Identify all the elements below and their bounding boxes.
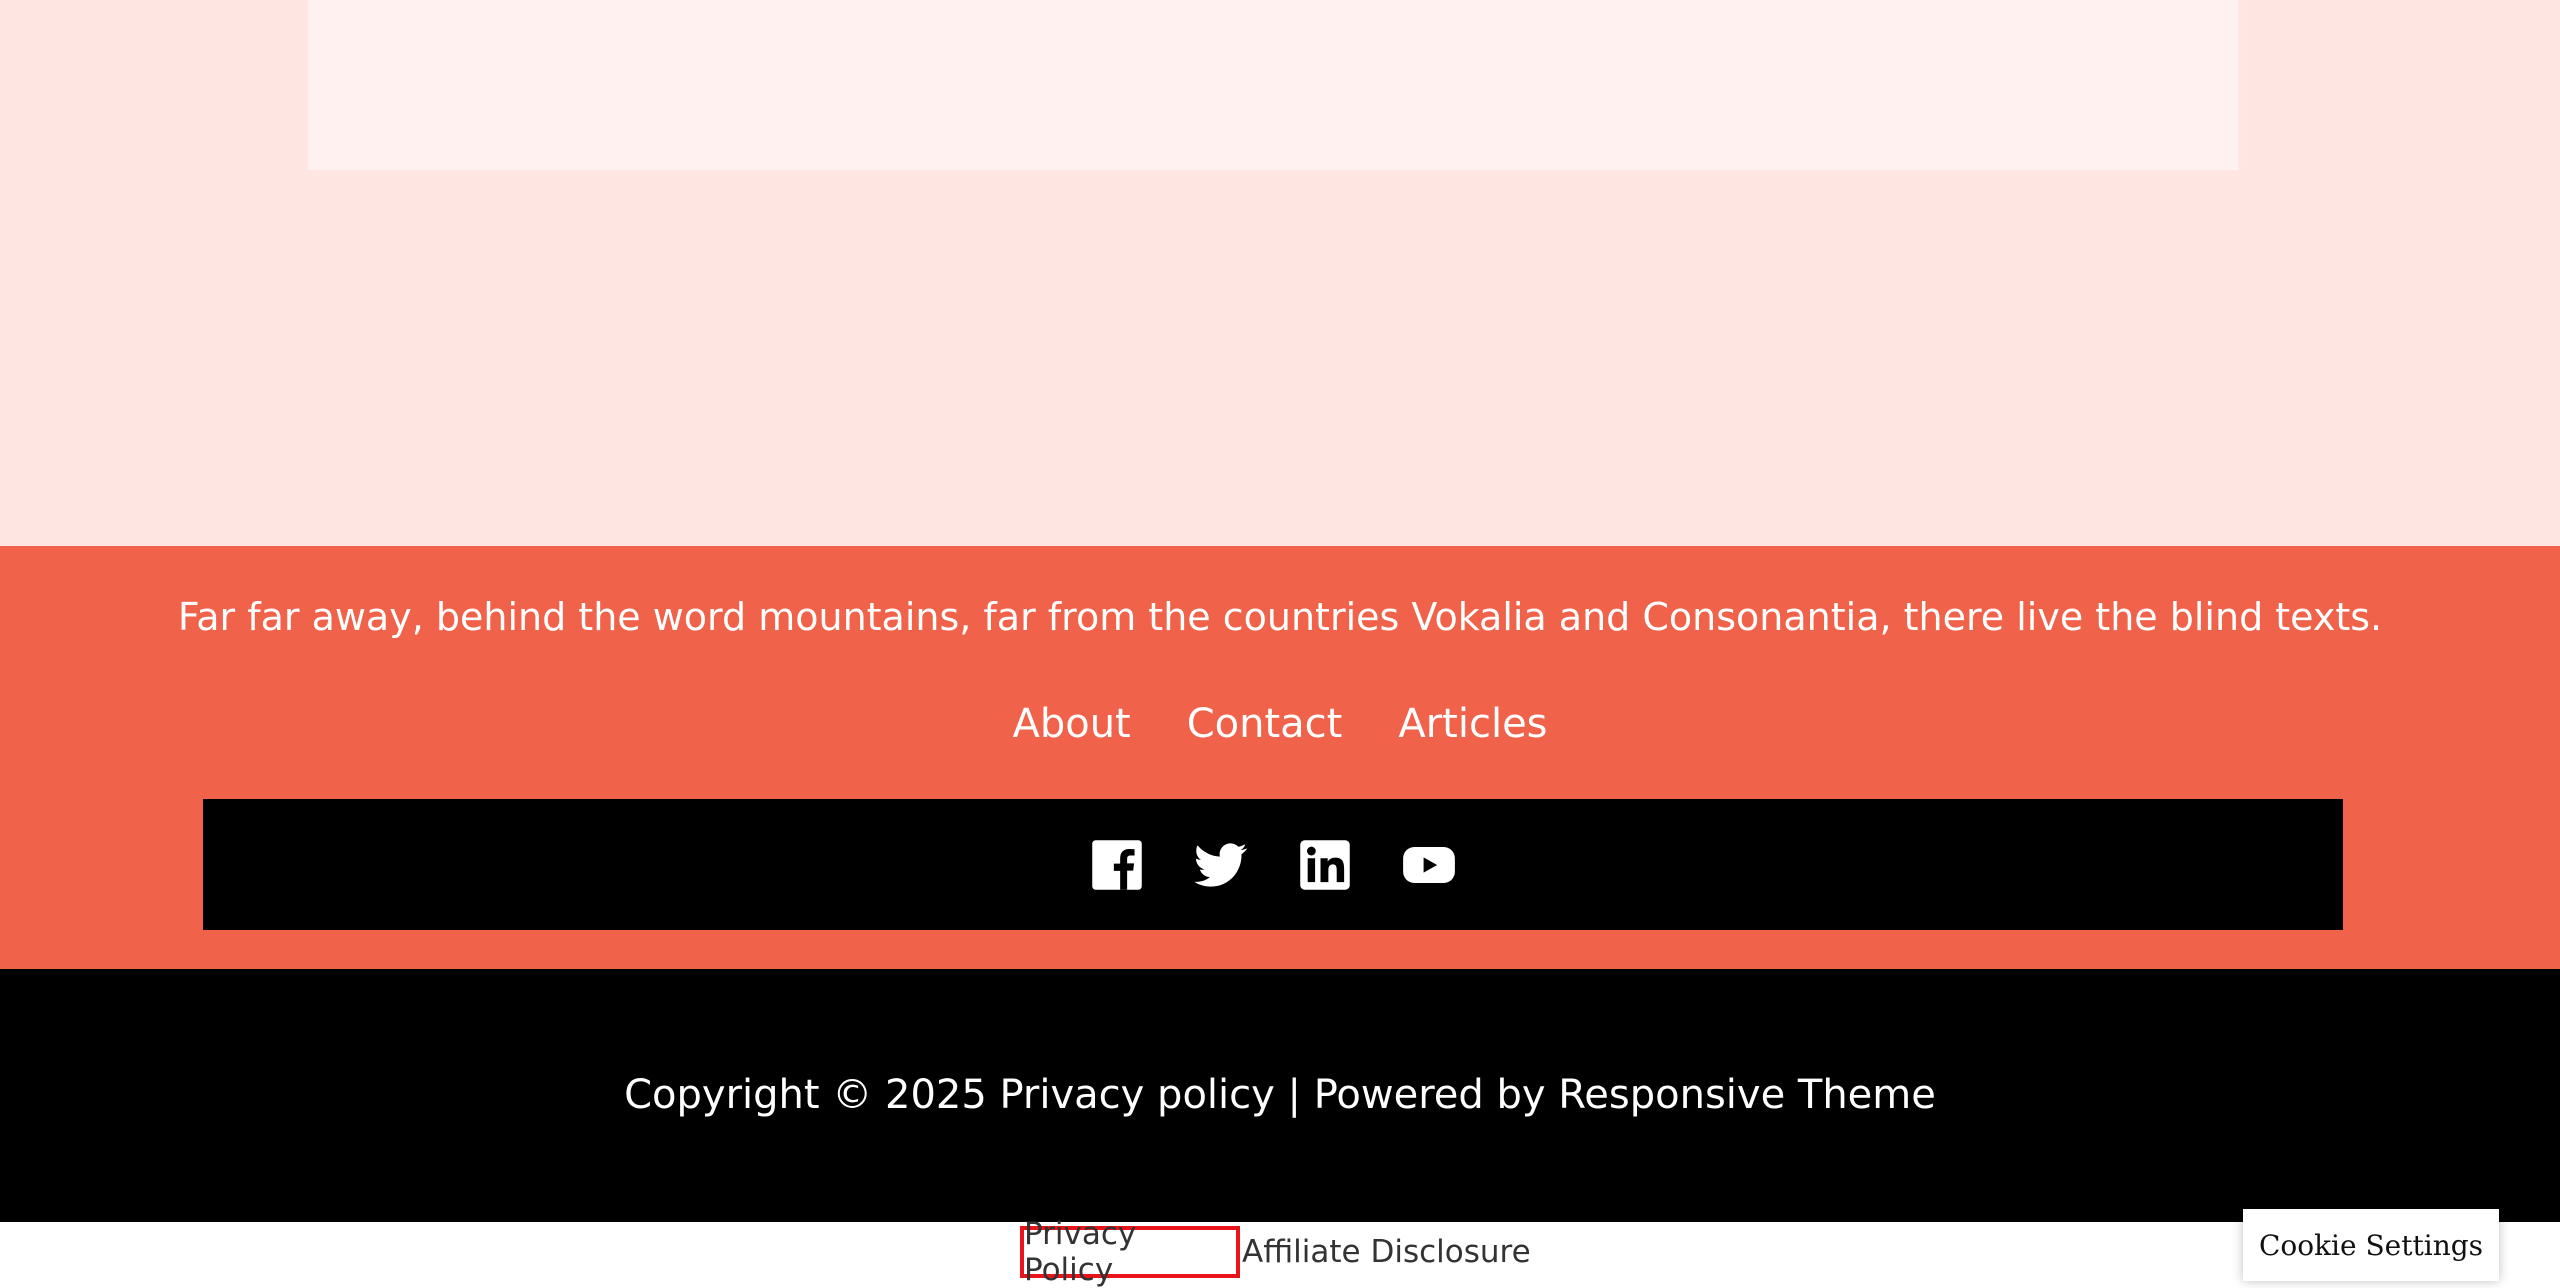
copyright-privacy-link[interactable]: Privacy policy [1000, 1072, 1275, 1118]
twitter-link[interactable] [1193, 837, 1249, 893]
copyright-separator: | Powered by [1274, 1072, 1559, 1118]
cookie-settings-button[interactable]: Cookie Settings [2243, 1209, 2499, 1281]
facebook-icon [1092, 839, 1142, 890]
social-links-bar [203, 799, 2343, 930]
linkedin-icon [1300, 839, 1350, 890]
youtube-icon [1403, 846, 1455, 883]
affiliate-disclosure-link[interactable]: Affiliate Disclosure [1242, 1226, 1531, 1278]
footer-nav-articles[interactable]: Articles [1398, 698, 1547, 750]
facebook-link[interactable] [1089, 837, 1145, 893]
twitter-icon [1194, 842, 1247, 887]
youtube-link[interactable] [1401, 837, 1457, 893]
copyright-prefix: Copyright © 2025 [624, 1072, 1000, 1118]
content-card [308, 0, 2238, 170]
footer-nav: About Contact Articles [0, 698, 2560, 750]
footer-nav-about[interactable]: About [1012, 698, 1130, 750]
footer-nav-contact[interactable]: Contact [1187, 698, 1343, 750]
page-content-area [0, 0, 2560, 546]
copyright-text: Copyright © 2025 Privacy policy | Powere… [0, 1069, 2560, 1121]
responsive-theme-link[interactable]: Responsive Theme [1558, 1072, 1936, 1118]
privacy-policy-link[interactable]: Privacy Policy [1020, 1216, 1240, 1288]
linkedin-link[interactable] [1297, 837, 1353, 893]
footer-tagline: Far far away, behind the word mountains,… [177, 595, 2383, 639]
